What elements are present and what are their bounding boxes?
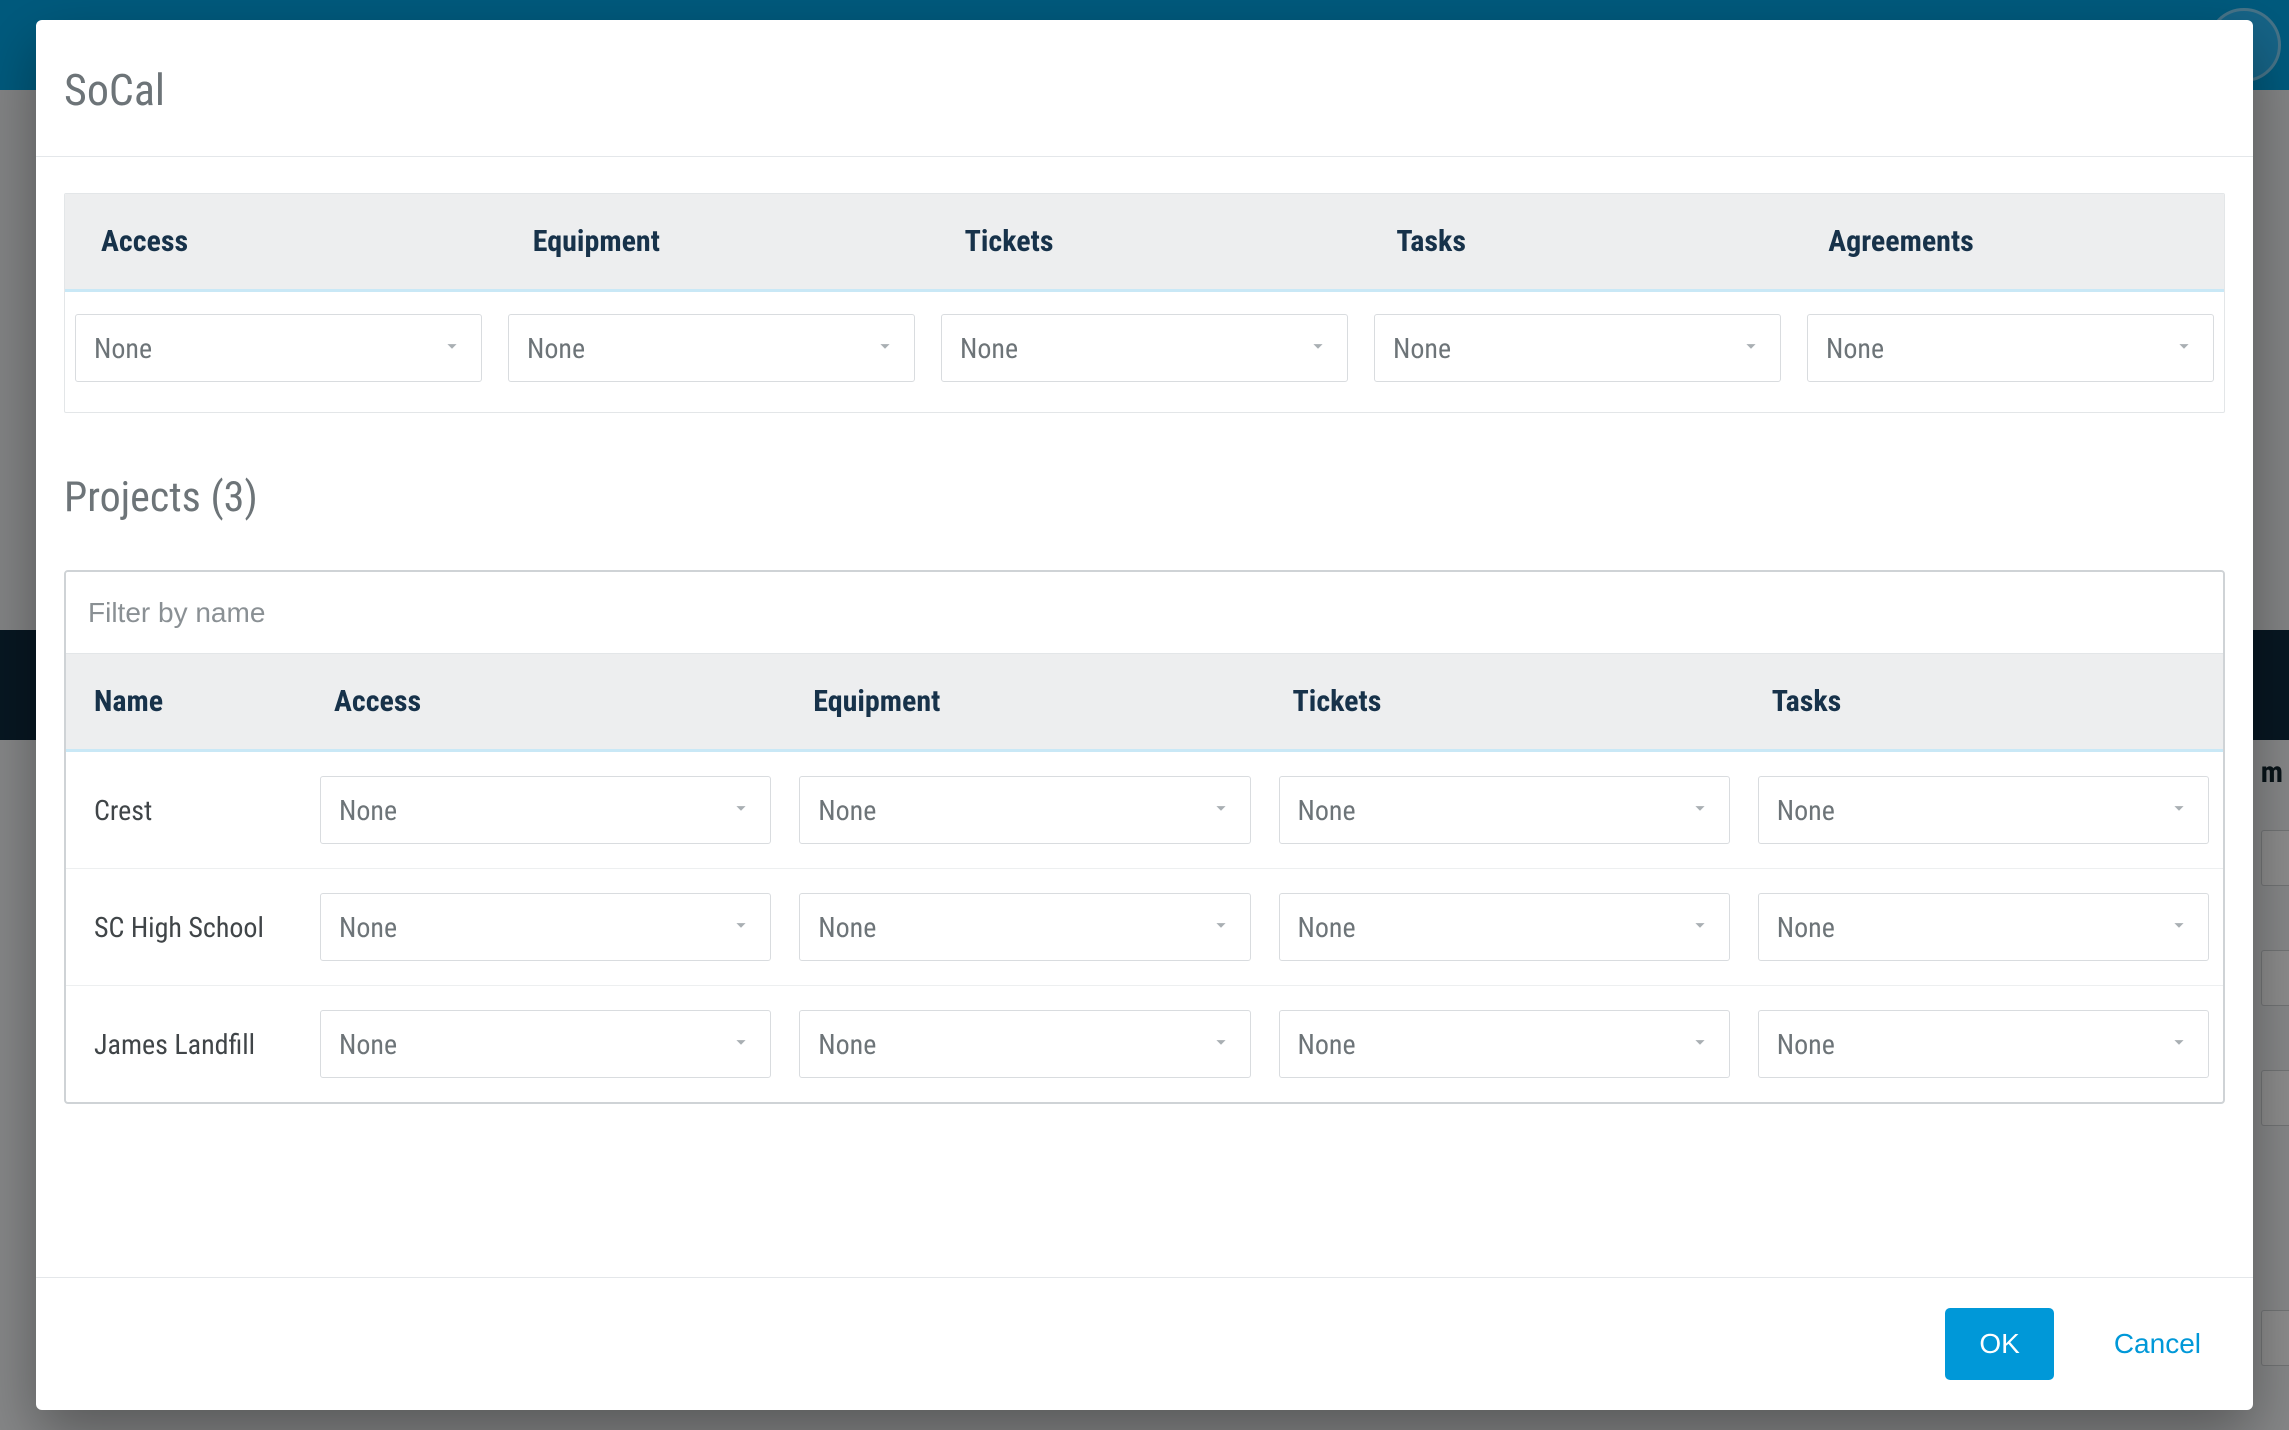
modal-footer: OK Cancel — [36, 1277, 2253, 1410]
chevron-down-icon — [1307, 335, 1329, 361]
ok-button[interactable]: OK — [1945, 1308, 2053, 1380]
project-name: SC High School — [66, 911, 306, 944]
modal-body: Access Equipment Tickets Tasks Agreement… — [36, 157, 2253, 1277]
col-header-tickets: Tickets — [929, 194, 1361, 289]
modal-header: SoCal — [36, 20, 2253, 157]
select-value: None — [818, 1028, 876, 1061]
project-access-select[interactable]: None — [320, 776, 771, 844]
access-select[interactable]: None — [75, 314, 482, 382]
chevron-down-icon — [1210, 1031, 1232, 1057]
projects-heading: Projects (3) — [64, 473, 2225, 522]
equipment-select[interactable]: None — [508, 314, 915, 382]
select-value: None — [1298, 1028, 1356, 1061]
tickets-select-value: None — [960, 332, 1018, 365]
project-access-select[interactable]: None — [320, 1010, 771, 1078]
projects-table: Name Access Equipment Tickets Tasks Cres… — [64, 570, 2225, 1104]
chevron-down-icon — [730, 797, 752, 823]
project-tickets-select[interactable]: None — [1279, 776, 1730, 844]
table-row: SC High School None None None — [66, 869, 2223, 986]
chevron-down-icon — [1689, 914, 1711, 940]
agreements-select-value: None — [1826, 332, 1884, 365]
select-value: None — [818, 911, 876, 944]
global-permissions-select-row: None None None None None — [65, 292, 2224, 412]
global-permissions-header-row: Access Equipment Tickets Tasks Agreement… — [65, 194, 2224, 292]
chevron-down-icon — [2168, 1031, 2190, 1057]
select-value: None — [1298, 794, 1356, 827]
chevron-down-icon — [1689, 1031, 1711, 1057]
agreements-select[interactable]: None — [1807, 314, 2214, 382]
projects-filter-input[interactable] — [66, 572, 2223, 654]
select-value: None — [1777, 794, 1835, 827]
col-header-tasks: Tasks — [1744, 654, 2223, 749]
chevron-down-icon — [730, 1031, 752, 1057]
tickets-select[interactable]: None — [941, 314, 1348, 382]
col-header-tickets: Tickets — [1265, 654, 1744, 749]
chevron-down-icon — [730, 914, 752, 940]
project-access-select[interactable]: None — [320, 893, 771, 961]
col-header-access: Access — [65, 194, 497, 289]
chevron-down-icon — [1740, 335, 1762, 361]
col-header-equipment: Equipment — [785, 654, 1264, 749]
chevron-down-icon — [2168, 797, 2190, 823]
select-value: None — [339, 1028, 397, 1061]
permissions-modal: SoCal Access Equipment Tickets Tasks Agr… — [36, 20, 2253, 1410]
chevron-down-icon — [2168, 914, 2190, 940]
chevron-down-icon — [1210, 797, 1232, 823]
project-name: James Landfill — [66, 1028, 306, 1061]
tasks-select-value: None — [1393, 332, 1451, 365]
project-tasks-select[interactable]: None — [1758, 1010, 2209, 1078]
chevron-down-icon — [874, 335, 896, 361]
col-header-name: Name — [66, 654, 306, 749]
select-value: None — [339, 911, 397, 944]
project-tickets-select[interactable]: None — [1279, 1010, 1730, 1078]
table-row: James Landfill None None None — [66, 986, 2223, 1102]
select-value: None — [1777, 911, 1835, 944]
col-header-equipment: Equipment — [497, 194, 929, 289]
project-tasks-select[interactable]: None — [1758, 776, 2209, 844]
select-value: None — [1298, 911, 1356, 944]
chevron-down-icon — [1210, 914, 1232, 940]
chevron-down-icon — [2173, 335, 2195, 361]
tasks-select[interactable]: None — [1374, 314, 1781, 382]
select-value: None — [818, 794, 876, 827]
chevron-down-icon — [441, 335, 463, 361]
select-value: None — [339, 794, 397, 827]
equipment-select-value: None — [527, 332, 585, 365]
col-header-access: Access — [306, 654, 785, 749]
select-value: None — [1777, 1028, 1835, 1061]
cancel-button[interactable]: Cancel — [2110, 1316, 2205, 1372]
modal-title: SoCal — [64, 64, 2225, 116]
col-header-agreements: Agreements — [1792, 194, 2224, 289]
project-equipment-select[interactable]: None — [799, 893, 1250, 961]
projects-header-row: Name Access Equipment Tickets Tasks — [66, 654, 2223, 752]
project-tasks-select[interactable]: None — [1758, 893, 2209, 961]
access-select-value: None — [94, 332, 152, 365]
project-equipment-select[interactable]: None — [799, 776, 1250, 844]
table-row: Crest None None None — [66, 752, 2223, 869]
col-header-tasks: Tasks — [1360, 194, 1792, 289]
project-name: Crest — [66, 794, 306, 827]
project-equipment-select[interactable]: None — [799, 1010, 1250, 1078]
project-tickets-select[interactable]: None — [1279, 893, 1730, 961]
global-permissions-table: Access Equipment Tickets Tasks Agreement… — [64, 193, 2225, 413]
chevron-down-icon — [1689, 797, 1711, 823]
